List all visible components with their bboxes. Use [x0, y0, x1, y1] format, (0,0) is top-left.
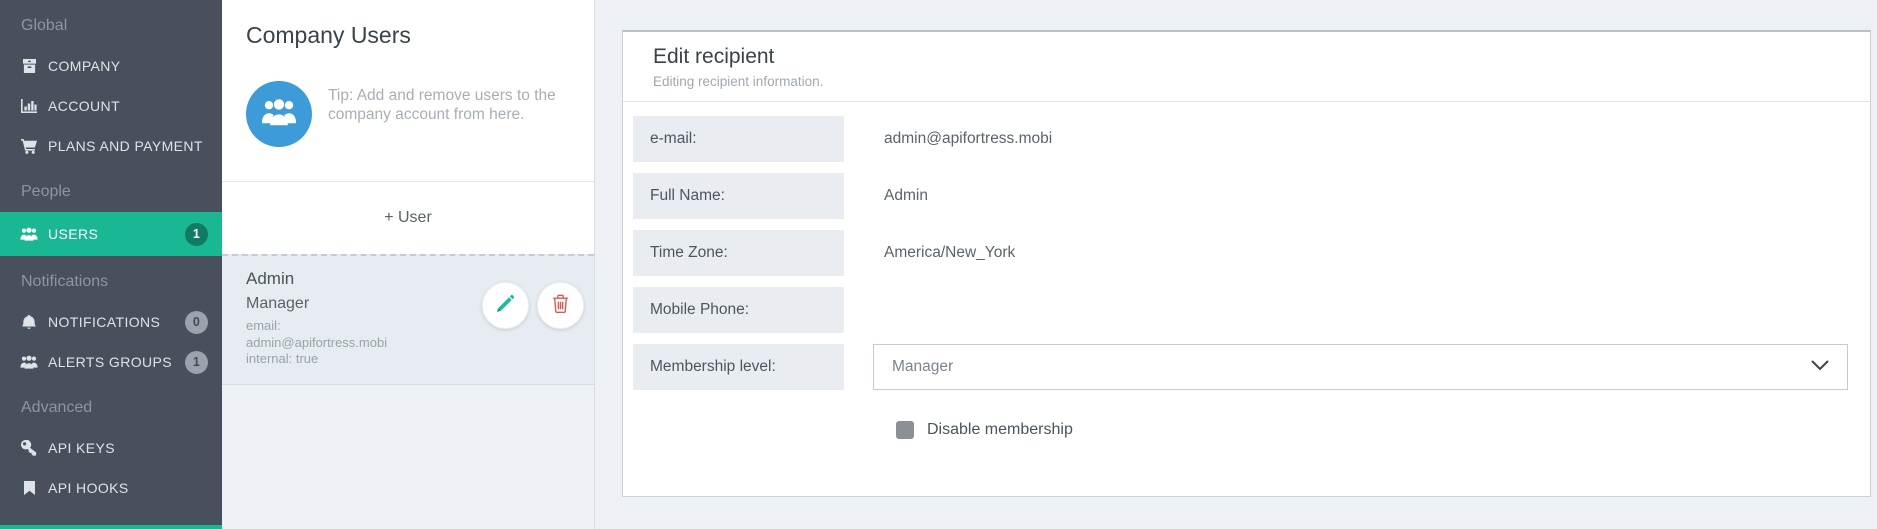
sidebar-section-people: People: [0, 172, 222, 212]
sidebar-item-users[interactable]: USERS 1: [0, 212, 222, 256]
sidebar-bottom-accent: [0, 525, 222, 529]
users-icon: [19, 355, 39, 369]
mobile-phone-field-label: Mobile Phone:: [633, 287, 844, 333]
time-zone-field-label: Time Zone:: [633, 230, 844, 276]
alerts-groups-count-badge: 1: [185, 351, 208, 374]
sidebar-item-api-hooks[interactable]: API HOOKS: [0, 468, 222, 508]
email-field-value: admin@apifortress.mobi: [844, 116, 1052, 162]
sidebar-item-label: PLANS AND PAYMENT: [48, 138, 203, 154]
sidebar-item-notifications[interactable]: NOTIFICATIONS 0: [0, 302, 222, 342]
edit-recipient-subtitle: Editing recipient information.: [653, 74, 1840, 89]
full-name-field-label: Full Name:: [633, 173, 844, 219]
bookmark-icon: [19, 481, 39, 495]
user-card[interactable]: Admin Manager email: admin@apifortress.m…: [222, 254, 594, 385]
mobile-phone-field-value: [844, 287, 884, 333]
membership-level-field-label: Membership level:: [633, 344, 844, 390]
chevron-down-icon: [1811, 358, 1829, 376]
membership-level-select[interactable]: Manager: [873, 344, 1848, 390]
user-list-background: [222, 385, 594, 529]
sidebar-section-global: Global: [0, 6, 222, 46]
pencil-icon: [496, 294, 515, 318]
trash-icon: [552, 294, 569, 318]
key-icon: [19, 440, 39, 456]
tip-row: Tip: Add and remove users to the company…: [246, 81, 570, 147]
sidebar-item-label: ALERTS GROUPS: [48, 354, 172, 370]
form-row-email: e-mail: admin@apifortress.mobi: [633, 116, 1848, 162]
account-icon: [19, 99, 39, 113]
sidebar-section-notifications: Notifications: [0, 262, 222, 302]
form-row-membership-level: Membership level: Manager: [633, 344, 1848, 390]
user-internal-flag: internal: true: [246, 351, 578, 368]
user-email: admin@apifortress.mobi: [246, 335, 578, 352]
company-users-title: Company Users: [246, 22, 570, 49]
sidebar-item-label: ACCOUNT: [48, 98, 120, 114]
disable-membership-row: Disable membership: [896, 421, 1848, 439]
company-icon: [19, 59, 39, 73]
sidebar-item-company[interactable]: COMPANY: [0, 46, 222, 86]
add-user-button[interactable]: + User: [222, 182, 594, 254]
edit-recipient-panel: Edit recipient Editing recipient informa…: [622, 30, 1871, 497]
sidebar-item-account[interactable]: ACCOUNT: [0, 86, 222, 126]
sidebar-item-label: USERS: [48, 226, 98, 242]
form-row-time-zone: Time Zone: America/New_York: [633, 230, 1848, 276]
sidebar-item-label: COMPANY: [48, 58, 121, 74]
sidebar: Global COMPANY ACCOUNT PLANS AND PAYMENT…: [0, 0, 222, 529]
user-actions: [482, 282, 584, 329]
disable-membership-checkbox[interactable]: [896, 421, 914, 439]
bell-icon: [19, 315, 39, 330]
edit-recipient-title: Edit recipient: [653, 45, 1840, 69]
disable-membership-label: Disable membership: [927, 421, 1073, 439]
sidebar-item-label: API HOOKS: [48, 480, 129, 496]
tip-avatar: [246, 81, 312, 147]
full-name-field-value: Admin: [844, 173, 928, 219]
sidebar-item-alerts-groups[interactable]: ALERTS GROUPS 1: [0, 342, 222, 382]
company-users-panel: Company Users Tip: Add and remove users …: [222, 0, 595, 529]
users-count-badge: 1: [185, 223, 208, 246]
membership-level-selected-value: Manager: [892, 358, 953, 376]
form-row-mobile-phone: Mobile Phone:: [633, 287, 1848, 333]
sidebar-section-advanced: Advanced: [0, 388, 222, 428]
users-group-icon: [261, 98, 297, 131]
users-icon: [19, 227, 39, 241]
edit-recipient-header: Edit recipient Editing recipient informa…: [623, 32, 1870, 102]
sidebar-item-plans-and-payment[interactable]: PLANS AND PAYMENT: [0, 126, 222, 166]
delete-user-button[interactable]: [537, 282, 584, 329]
edit-recipient-form: e-mail: admin@apifortress.mobi Full Name…: [623, 102, 1870, 439]
form-row-full-name: Full Name: Admin: [633, 173, 1848, 219]
sidebar-item-label: NOTIFICATIONS: [48, 314, 160, 330]
email-field-label: e-mail:: [633, 116, 844, 162]
sidebar-item-label: API KEYS: [48, 440, 115, 456]
sidebar-item-api-keys[interactable]: API KEYS: [0, 428, 222, 468]
cart-icon: [19, 139, 39, 154]
edit-user-button[interactable]: [482, 282, 529, 329]
time-zone-field-value: America/New_York: [844, 230, 1015, 276]
tip-text: Tip: Add and remove users to the company…: [328, 81, 560, 124]
notifications-count-badge: 0: [185, 311, 208, 334]
